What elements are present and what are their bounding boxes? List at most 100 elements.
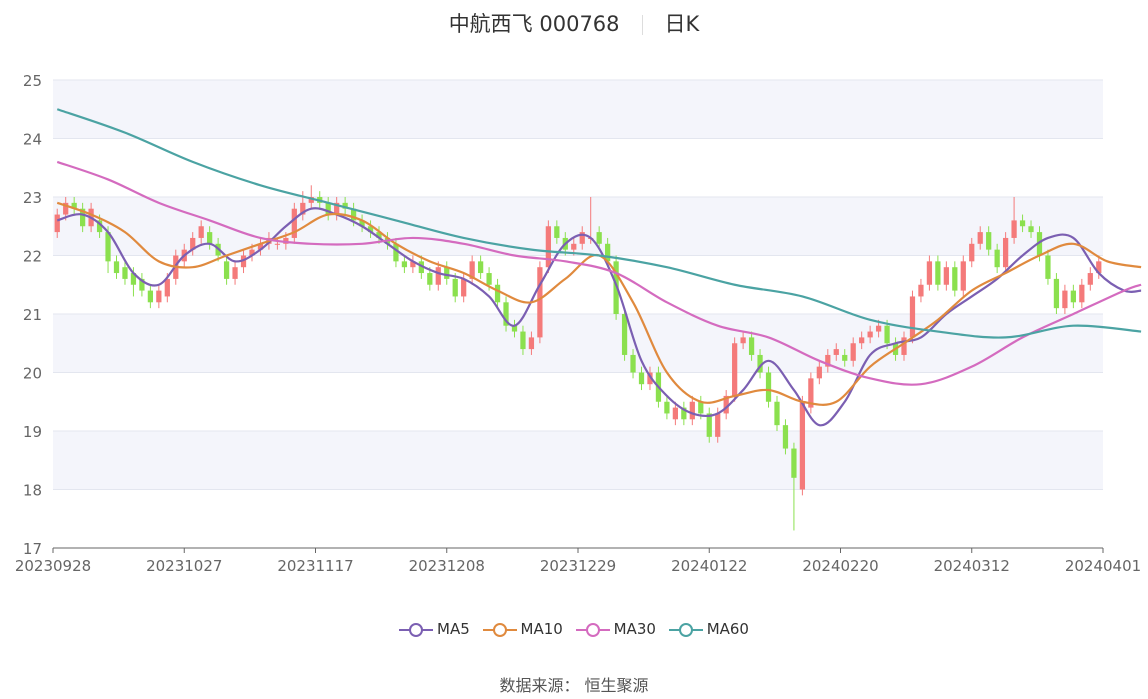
candle-body	[435, 267, 441, 285]
source-label: 数据来源：	[499, 676, 580, 695]
candle-body	[774, 401, 780, 426]
candle-body	[935, 261, 941, 285]
candle-body	[113, 261, 120, 274]
legend-label: MA60	[706, 620, 749, 638]
candle-body	[698, 401, 704, 414]
candle-body	[842, 354, 848, 361]
y-tick-label: 21	[23, 306, 42, 324]
candle-body	[901, 337, 907, 355]
legend-item-ma60[interactable]: MA60	[668, 620, 749, 638]
candle-body	[833, 349, 839, 355]
candle-body	[732, 343, 738, 396]
x-tick-label: 20230928	[15, 557, 91, 575]
candle-body	[477, 261, 484, 274]
candle-body	[740, 337, 746, 344]
candle-body	[452, 278, 458, 297]
legend-marker-icon	[482, 622, 517, 637]
candle-body	[596, 232, 602, 244]
y-tick-label: 23	[23, 189, 42, 207]
candle-body	[486, 273, 492, 285]
candle-body	[156, 290, 162, 303]
candle-body	[875, 325, 882, 332]
candle-body	[859, 337, 865, 344]
candle-body	[571, 243, 577, 250]
candlestick-chart: 17 18 19 20 21 22 23 24 25 20230928 20231027 202311…	[15, 72, 1142, 575]
candle-body	[401, 261, 408, 268]
candle-body	[1087, 273, 1093, 285]
candle-body	[223, 261, 230, 279]
candle-body	[850, 343, 856, 361]
candle-body	[1045, 255, 1051, 279]
candle-body	[122, 267, 128, 279]
legend-marker-icon	[575, 622, 610, 637]
candle-body	[54, 214, 60, 233]
grid-band	[53, 431, 1103, 490]
candle-body	[943, 267, 949, 285]
candle-body	[1053, 278, 1060, 309]
candle-body	[554, 226, 560, 238]
legend: MA5 MA10 MA30 MA60	[0, 620, 1148, 638]
candle-body	[638, 372, 645, 385]
candle-body	[986, 232, 992, 250]
x-tick-label: 20240401	[1065, 557, 1141, 575]
candle-body	[799, 401, 806, 490]
legend-item-ma10[interactable]: MA10	[482, 620, 563, 638]
candle-body	[884, 325, 890, 344]
x-tick-label: 20231229	[540, 557, 616, 575]
candle-body	[1019, 220, 1026, 227]
candle-body	[926, 261, 933, 285]
candle-body	[232, 267, 238, 279]
candle-body	[791, 448, 797, 478]
candle-body	[977, 232, 983, 244]
candle-body	[1002, 237, 1009, 268]
candle-body	[494, 284, 501, 303]
legend-item-ma30[interactable]: MA30	[575, 620, 656, 638]
x-tick-label: 20240220	[802, 557, 878, 575]
candle-body	[147, 290, 154, 303]
candle-body	[630, 354, 636, 373]
legend-item-ma5[interactable]: MA5	[399, 620, 470, 638]
candle-body	[918, 284, 924, 297]
candle-body	[994, 249, 1000, 268]
x-tick-label: 20231027	[146, 557, 222, 575]
x-tick-label: 20231208	[409, 557, 485, 575]
candle-body	[969, 243, 975, 262]
candle-body	[748, 337, 755, 355]
candle-body	[537, 267, 543, 338]
candle-body	[1028, 226, 1034, 233]
legend-marker-icon	[399, 622, 433, 637]
candle-body	[393, 243, 399, 262]
x-tick-label: 20240312	[934, 557, 1010, 575]
candle-body	[520, 331, 526, 350]
candle-body	[545, 226, 551, 268]
candle-body	[672, 407, 679, 420]
candle-body	[461, 278, 467, 297]
y-tick-label: 25	[23, 72, 42, 90]
candle-body	[528, 337, 535, 350]
candle-body	[1011, 220, 1017, 238]
data-source: 数据来源： 恒生聚源	[0, 672, 1148, 696]
candle-body	[164, 278, 170, 297]
candle-body	[909, 296, 916, 338]
x-tick-label: 20240122	[671, 557, 747, 575]
y-tick-label: 18	[23, 482, 42, 500]
candle-body	[816, 366, 822, 379]
source-value: 恒生聚源	[584, 676, 649, 695]
candle-body	[105, 232, 111, 262]
x-tick-label: 20231117	[277, 557, 353, 575]
candle-body	[782, 425, 789, 449]
grid-band	[53, 197, 1103, 256]
candle-body	[1070, 290, 1076, 303]
candle-body	[664, 401, 670, 414]
candle-body	[1062, 290, 1068, 309]
y-tick-label: 17	[23, 540, 42, 558]
legend-label: MA10	[520, 620, 563, 638]
candle-body	[765, 372, 772, 402]
legend-marker-icon	[668, 622, 703, 637]
candle-body	[198, 226, 204, 238]
candle-body	[960, 261, 966, 291]
candle-body	[867, 331, 873, 338]
candle-body	[444, 267, 450, 279]
candle-body	[621, 314, 628, 355]
candle-body	[952, 267, 958, 291]
